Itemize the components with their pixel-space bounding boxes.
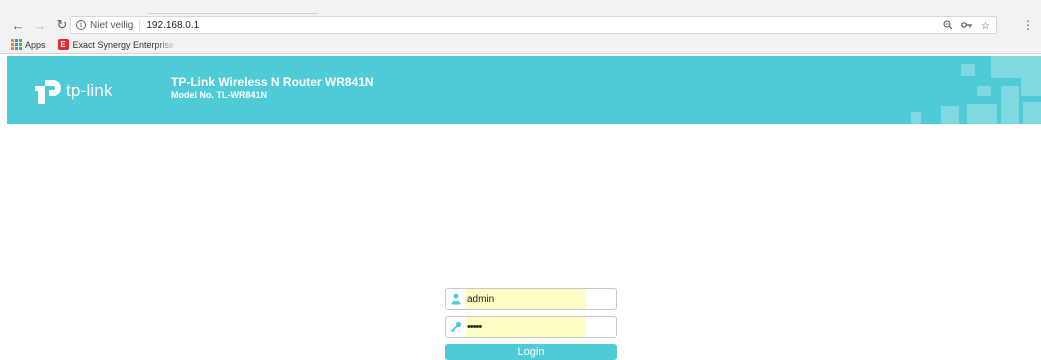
user-icon <box>446 289 466 309</box>
bookmark-exact-label: Exact Synergy Enterprise <box>72 39 175 50</box>
bookmark-apps-label: Apps <box>25 39 46 50</box>
info-icon[interactable]: i <box>76 20 86 30</box>
password-input[interactable] <box>466 317 606 337</box>
key-icon[interactable] <box>961 20 973 33</box>
exact-logo-icon: E <box>57 39 69 50</box>
address-bar[interactable]: i Niet veilig 192.168.0.1 ☆ <box>70 16 997 34</box>
password-key-icon <box>446 317 466 337</box>
login-form: Login <box>445 288 617 360</box>
bookmarks-bar: Apps E Exact Synergy Enterprise <box>0 36 1041 54</box>
username-field[interactable] <box>445 288 617 310</box>
brand-wordmark: tp-link <box>66 81 113 100</box>
star-icon[interactable]: ☆ <box>981 21 990 32</box>
apps-grid-icon <box>11 39 22 50</box>
router-model: Model No. TL-WR841N <box>171 90 267 100</box>
tp-link-logo: tp-link <box>33 76 113 106</box>
bookmark-exact-synergy[interactable]: E Exact Synergy Enterprise <box>57 39 177 50</box>
url-text[interactable]: 192.168.0.1 <box>146 20 199 31</box>
bookmark-apps[interactable]: Apps <box>11 39 46 50</box>
browser-toolbar: ← → ↻ i Niet veilig 192.168.0.1 ☆ ⋮ <box>0 14 1041 36</box>
username-input[interactable] <box>466 289 606 309</box>
tp-link-logo-icon <box>35 80 61 104</box>
zoom-icon[interactable] <box>943 20 953 33</box>
forward-arrow-icon[interactable]: → <box>32 17 48 33</box>
router-title: TP-Link Wireless N Router WR841N <box>171 75 374 89</box>
menu-dots-icon[interactable]: ⋮ <box>1021 17 1035 33</box>
tab-strip <box>0 0 1041 14</box>
active-tab[interactable] <box>148 0 318 14</box>
router-titles: TP-Link Wireless N Router WR841N Model N… <box>171 75 374 100</box>
security-label[interactable]: Niet veilig <box>90 19 141 31</box>
password-field[interactable] <box>445 316 617 338</box>
reload-icon[interactable]: ↻ <box>54 17 70 33</box>
omnibox-actions: ☆ <box>943 17 990 35</box>
header-decoration <box>911 56 1041 124</box>
router-header-banner: tp-link TP-Link Wireless N Router WR841N… <box>7 56 1041 124</box>
back-arrow-icon[interactable]: ← <box>10 17 26 33</box>
